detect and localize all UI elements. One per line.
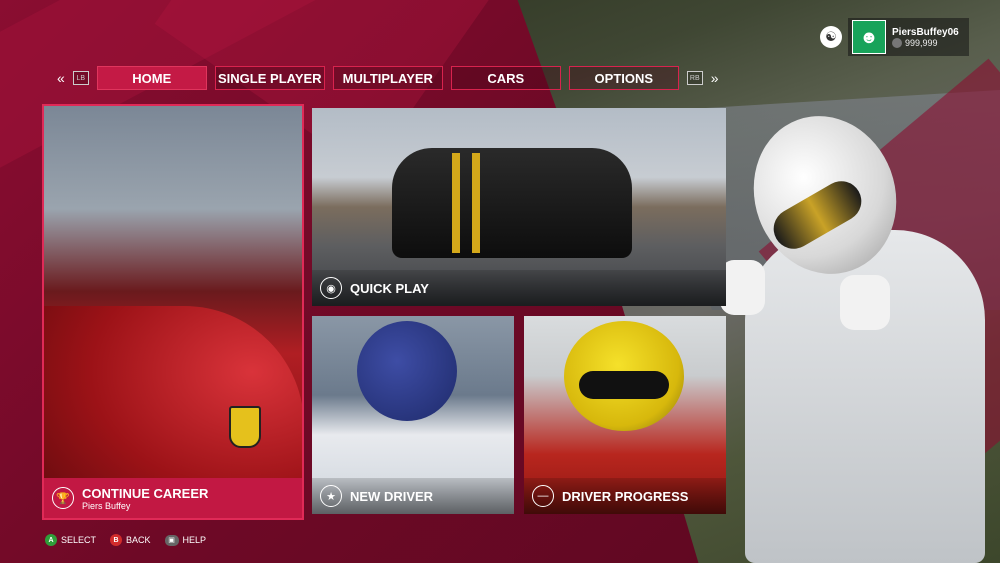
tile-label: QUICK PLAY <box>350 280 429 296</box>
legend-back-label: BACK <box>126 535 151 545</box>
driver-fist <box>840 275 890 330</box>
profile-panel[interactable]: ☯ ☻ PiersBuffey06 999,999 <box>820 18 969 56</box>
trophy-icon: 🏆 <box>52 487 74 509</box>
continue-career-tile[interactable]: 🏆 CONTINUE CAREER Piers Buffey <box>42 104 304 520</box>
tab-options[interactable]: OPTIONS <box>568 66 679 90</box>
b-button-icon: B <box>110 534 123 546</box>
username: PiersBuffey06 <box>892 26 959 38</box>
main-nav: « LB HOME SINGLE PLAYER MULTIPLAYER CARS… <box>57 66 719 90</box>
new-driver-tile[interactable]: ★ NEW DRIVER <box>312 316 514 514</box>
car-stripe <box>452 153 460 253</box>
tile-caption: ◉ QUICK PLAY <box>312 270 726 306</box>
profile-text: PiersBuffey06 999,999 <box>892 27 959 48</box>
driver-figure <box>715 95 1000 563</box>
legend-select[interactable]: A SELECT <box>45 534 96 546</box>
credits-value: 999,999 <box>905 37 938 48</box>
quick-play-tile[interactable]: ◉ QUICK PLAY <box>312 108 726 306</box>
caption-text: CONTINUE CAREER Piers Buffey <box>82 486 208 511</box>
driver-fist <box>720 260 765 315</box>
tile-caption: ★ NEW DRIVER <box>312 478 514 514</box>
legend-help[interactable]: ▣ HELP <box>164 534 207 546</box>
legend-back[interactable]: B BACK <box>110 534 151 546</box>
credits: 999,999 <box>892 37 959 48</box>
rb-button-icon[interactable]: RB <box>686 71 703 85</box>
chevron-left-icon[interactable]: « <box>57 70 65 86</box>
tile-caption: — DRIVER PROGRESS <box>524 478 726 514</box>
car-stripe <box>472 153 480 253</box>
tab-cars[interactable]: CARS <box>450 66 561 90</box>
a-button-icon: A <box>45 534 57 546</box>
tile-label: CONTINUE CAREER <box>82 485 209 501</box>
view-button-icon: ▣ <box>164 534 179 546</box>
muscle-car-image <box>392 148 632 258</box>
tile-sublabel: Piers Buffey <box>82 500 131 511</box>
gamerpic-switch-icon[interactable]: ☯ <box>820 26 842 48</box>
tile-label: DRIVER PROGRESS <box>562 488 689 504</box>
legend-select-label: SELECT <box>61 535 97 545</box>
tab-multiplayer[interactable]: MULTIPLAYER <box>332 66 443 90</box>
tab-single-player[interactable]: SINGLE PLAYER <box>214 66 325 90</box>
minus-circle-icon: — <box>532 485 554 507</box>
tab-home[interactable]: HOME <box>96 66 207 90</box>
driver-progress-tile[interactable]: — DRIVER PROGRESS <box>524 316 726 514</box>
legend-help-label: HELP <box>182 535 207 545</box>
profile-box[interactable]: ☻ PiersBuffey06 999,999 <box>848 18 969 56</box>
tile-label: NEW DRIVER <box>350 488 434 504</box>
star-icon: ★ <box>320 485 342 507</box>
ferrari-badge <box>229 406 261 448</box>
driver-helmet-image <box>357 321 457 421</box>
steering-wheel-icon: ◉ <box>320 277 342 299</box>
lb-button-icon[interactable]: LB <box>72 71 89 85</box>
avatar: ☻ <box>852 20 886 54</box>
helmet-visor <box>579 371 669 399</box>
tile-caption: 🏆 CONTINUE CAREER Piers Buffey <box>44 478 302 518</box>
chevron-right-icon[interactable]: » <box>711 70 719 86</box>
button-legend: A SELECT B BACK ▣ HELP <box>45 534 206 546</box>
coin-icon <box>892 37 902 48</box>
